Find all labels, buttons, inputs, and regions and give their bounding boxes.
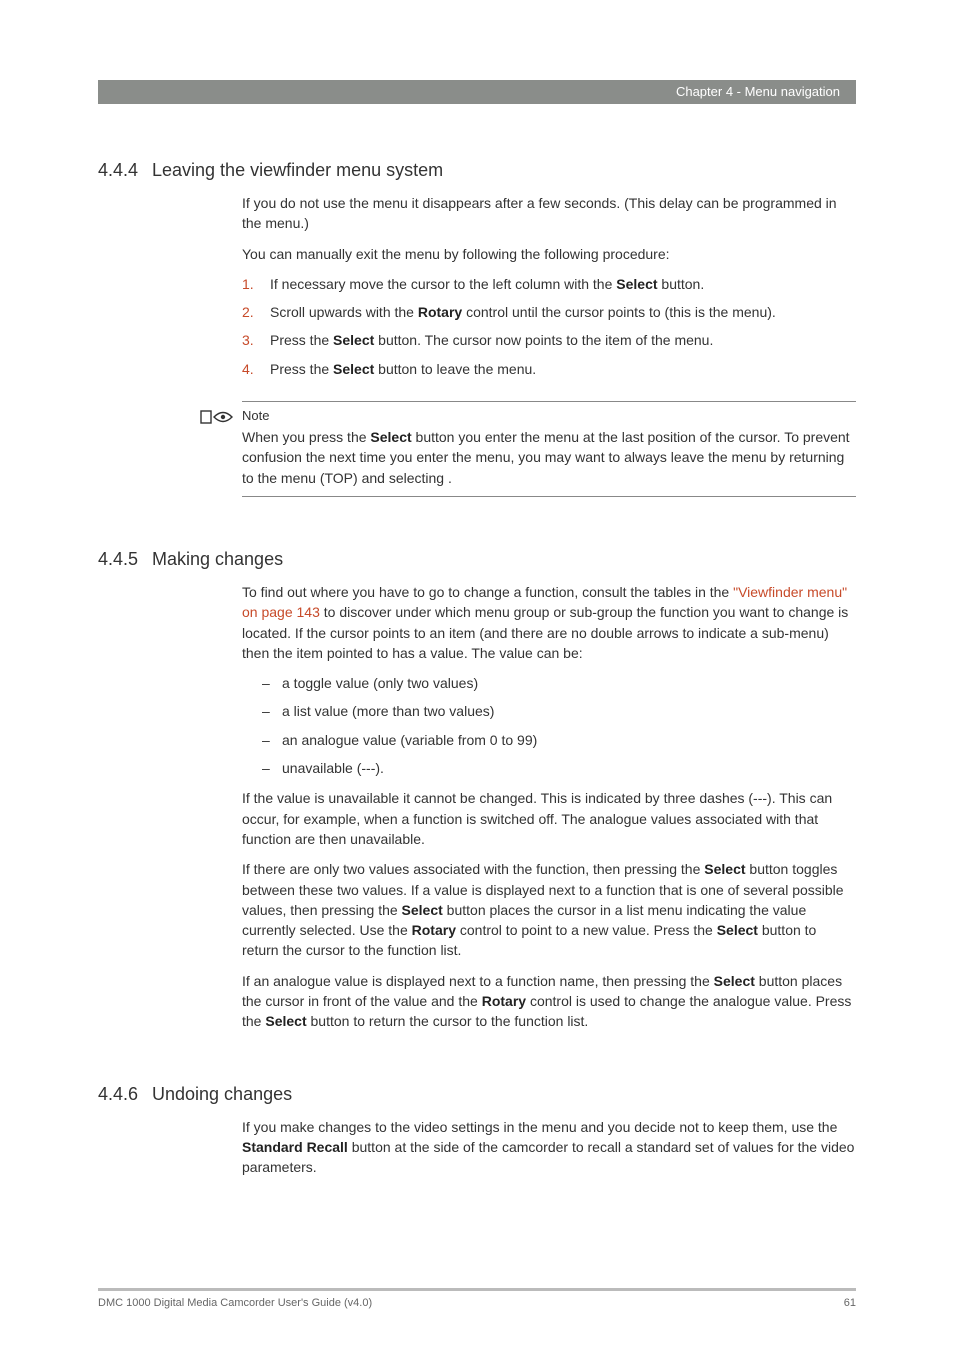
section-4-4-6: 4.4.6 Undoing changes If you make change… [98,1084,856,1178]
note-text: When you press the Select button you ent… [242,427,856,488]
text-run: When you press the [242,429,370,445]
text-run: menu. [497,361,536,377]
text-run: If necessary move the cursor to the left… [270,276,616,292]
paragraph: If you do not use the menu it disappears… [242,193,856,234]
bold-rotary: Rotary [412,922,456,938]
text-run: menu). [732,304,776,320]
text-run: To find out where you have to go to chan… [242,584,733,600]
text-run: menu. [674,332,713,348]
note-title: Note [242,408,856,423]
bold-select: Select [717,922,758,938]
section-4-4-5: 4.4.5 Making changes To find out where y… [98,549,856,1032]
paragraph: If there are only two values associated … [242,859,856,960]
chapter-header-bar: Chapter 4 - Menu navigation [98,80,856,104]
paragraph: You can manually exit the menu by follow… [242,244,856,264]
body-block: If you make changes to the video setting… [242,1117,856,1178]
text-run: menu (TOP) and selecting [281,470,448,486]
heading-title: Undoing changes [152,1084,292,1105]
text-run: item of the [605,332,674,348]
list-item: 1. If necessary move the cursor to the l… [242,274,856,294]
note-block: Note When you press the Select button yo… [242,401,856,497]
paragraph: If an analogue value is displayed next t… [242,971,856,1032]
body-block: To find out where you have to go to chan… [242,582,856,1032]
bold-select: Select [616,276,657,292]
text-run: If you do not use the menu it disappears… [242,195,837,231]
page: Chapter 4 - Menu navigation 4.4.4 Leavin… [0,0,954,1351]
text-run: (this is the [665,304,733,320]
bullet-text: unavailable (---). [282,758,384,778]
heading-row: 4.4.5 Making changes [98,549,856,570]
step-number: 3. [242,330,270,350]
step-number: 4. [242,359,270,379]
bullet-text: an analogue value (variable from 0 to 99… [282,730,537,750]
heading-row: 4.4.6 Undoing changes [98,1084,856,1105]
text-run: button to leave the [374,361,497,377]
text-run: Press the [270,332,333,348]
section-4-4-4: 4.4.4 Leaving the viewfinder menu system… [98,160,856,497]
bullet-text: a toggle value (only two values) [282,673,478,693]
bold-select: Select [714,973,755,989]
footer-page-number: 61 [844,1297,856,1309]
step-text: If necessary move the cursor to the left… [270,274,856,294]
bullet-dash: – [262,758,282,778]
heading-title: Making changes [152,549,283,570]
heading-number: 4.4.4 [98,160,152,181]
bold-rotary: Rotary [482,993,526,1009]
step-number: 2. [242,302,270,322]
step-text: Scroll upwards with the Rotary control u… [270,302,856,322]
list-item: 2. Scroll upwards with the Rotary contro… [242,302,856,322]
chapter-header-text: Chapter 4 - Menu navigation [676,84,840,99]
bold-select: Select [265,1013,306,1029]
text-run: menu.) [265,215,309,231]
text-run: to discover under which menu group or su… [242,604,848,661]
heading-number: 4.4.5 [98,549,152,570]
text-run: control until the cursor points to [462,304,664,320]
text-run: . [448,470,452,486]
text-run: If an analogue value is displayed next t… [242,973,714,989]
bullet-dash: – [262,701,282,721]
text-run: button you enter the [412,429,544,445]
paragraph: If the value is unavailable it cannot be… [242,788,856,849]
step-text: Press the Select button to leave the men… [270,359,856,379]
bold-select: Select [370,429,411,445]
paragraph: To find out where you have to go to chan… [242,582,856,663]
step-number: 1. [242,274,270,294]
list-item: –an analogue value (variable from 0 to 9… [242,730,856,750]
bullet-list: –a toggle value (only two values) –a lis… [242,673,856,778]
page-footer: DMC 1000 Digital Media Camcorder User's … [98,1288,856,1309]
ordered-list: 1. If necessary move the cursor to the l… [242,274,856,379]
heading-row: 4.4.4 Leaving the viewfinder menu system [98,160,856,181]
list-item: 4. Press the Select button to leave the … [242,359,856,379]
heading-title: Leaving the viewfinder menu system [152,160,443,181]
text-run: button. [658,276,705,292]
bold-select: Select [704,861,745,877]
bold-select: Select [333,332,374,348]
text-run: If you make changes to the video setting… [242,1119,837,1135]
bullet-dash: – [262,673,282,693]
body-block: If you do not use the menu it disappears… [242,193,856,379]
list-item: –unavailable (---). [242,758,856,778]
footer-doc-title: DMC 1000 Digital Media Camcorder User's … [98,1297,372,1309]
bold-standard-recall: Standard Recall [242,1139,348,1155]
text-run: control to point to a new value. Press t… [456,922,717,938]
heading-number: 4.4.6 [98,1084,152,1105]
list-item: –a toggle value (only two values) [242,673,856,693]
text-run: Press the [270,361,333,377]
step-text: Press the Select button. The cursor now … [270,330,856,350]
list-item: 3. Press the Select button. The cursor n… [242,330,856,350]
bold-select: Select [333,361,374,377]
note-icon [200,408,234,429]
bold-rotary: Rotary [418,304,462,320]
text-run: button. The cursor now points to the [374,332,605,348]
bullet-text: a list value (more than two values) [282,701,494,721]
paragraph: If you make changes to the video setting… [242,1117,856,1178]
list-item: –a list value (more than two values) [242,701,856,721]
text-run: If there are only two values associated … [242,861,704,877]
text-run: button to return the cursor to the funct… [307,1013,589,1029]
bold-select: Select [402,902,443,918]
text-run: Scroll upwards with the [270,304,418,320]
bullet-dash: – [262,730,282,750]
